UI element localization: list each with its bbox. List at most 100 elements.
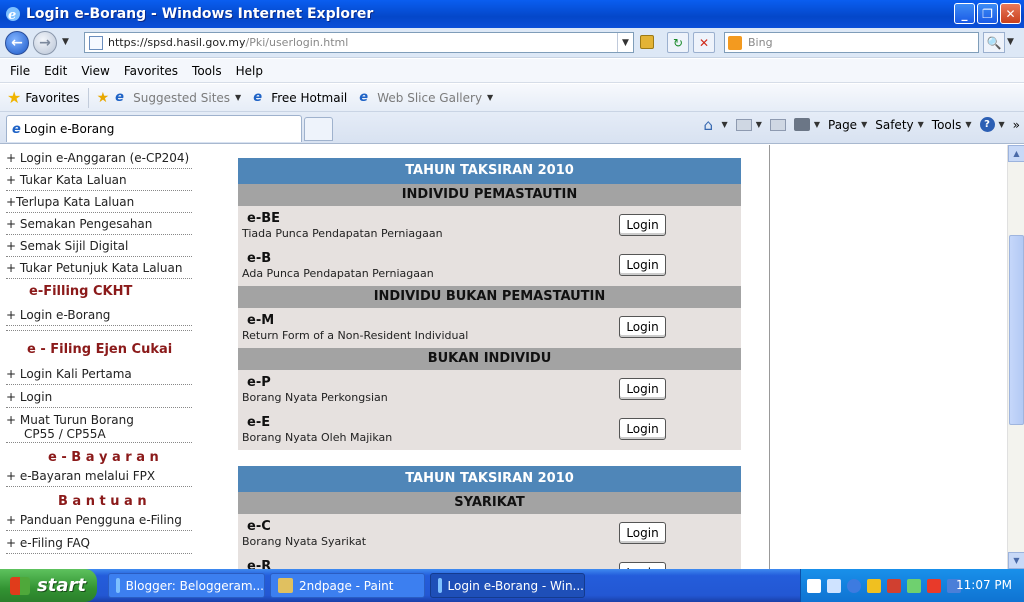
- menu-view[interactable]: View: [74, 64, 116, 78]
- chevron-down-icon: ▼: [917, 120, 924, 129]
- search-input[interactable]: Bing: [724, 32, 979, 53]
- nav-muat-turun-borang[interactable]: + Muat Turun Borang CP55 / CP55A: [6, 413, 192, 443]
- nav-login-kali-pertama[interactable]: + Login Kali Pertama: [6, 367, 192, 385]
- separator: [87, 87, 89, 108]
- panel-title: TAHUN TAKSIRAN 2010: [238, 466, 741, 492]
- scroll-thumb[interactable]: [1009, 235, 1024, 425]
- read-mail-button[interactable]: [769, 118, 786, 131]
- help-menu[interactable]: ? ▼: [979, 117, 1005, 132]
- new-tab-button[interactable]: [304, 117, 333, 141]
- menu-help[interactable]: Help: [229, 64, 270, 78]
- nav-tukar-kata-laluan[interactable]: + Tukar Kata Laluan: [6, 173, 192, 191]
- collapse-tray-icon[interactable]: [847, 578, 861, 593]
- task-label: 2ndpage - Paint: [299, 578, 394, 593]
- form-description: Borang Nyata Syarikat: [242, 535, 367, 548]
- toolbar-overflow[interactable]: »: [1013, 118, 1020, 132]
- url-path: /Pki/userlogin.html: [245, 36, 349, 49]
- forward-button[interactable]: →: [33, 31, 57, 55]
- page-menu[interactable]: Page ▼: [828, 118, 867, 132]
- page-icon: [89, 35, 103, 50]
- nav-terlupa-kata-laluan[interactable]: +Terlupa Kata Laluan: [6, 195, 192, 213]
- start-label: start: [37, 575, 86, 596]
- login-button-ec[interactable]: Login: [619, 522, 666, 544]
- ie-page-icon: e: [253, 89, 263, 105]
- address-dropdown-icon[interactable]: ▼: [617, 33, 633, 52]
- fav-free-hotmail[interactable]: e Free Hotmail: [253, 89, 347, 105]
- refresh-button[interactable]: ↻: [667, 32, 689, 53]
- section-individu-pemastautin: INDIVIDU PEMASTAUTIN: [238, 184, 741, 206]
- scroll-down-arrow-icon[interactable]: ▼: [1008, 552, 1024, 569]
- nav-muat-turun-line1: + Muat Turun Borang: [6, 413, 134, 427]
- antivirus-icon[interactable]: [887, 578, 901, 593]
- page-content: + Login e-Anggaran (e-CP204) + Tukar Kat…: [0, 145, 1007, 569]
- close-button[interactable]: ✕: [1000, 3, 1021, 24]
- safety-menu[interactable]: Safety ▼: [875, 118, 924, 132]
- security-shield-icon[interactable]: [867, 578, 881, 593]
- nav-panduan-pengguna[interactable]: + Panduan Pengguna e-Filing: [6, 513, 192, 531]
- menu-file[interactable]: File: [0, 64, 37, 78]
- login-button-eb[interactable]: Login: [619, 254, 666, 276]
- wireless-icon[interactable]: [907, 578, 921, 593]
- favorites-star-icon[interactable]: ★: [7, 88, 21, 107]
- login-button-ebe[interactable]: Login: [619, 214, 666, 236]
- ie-page-icon: e: [359, 89, 369, 105]
- menu-favorites[interactable]: Favorites: [117, 64, 185, 78]
- app-tray-icon[interactable]: [927, 578, 941, 593]
- tools-menu[interactable]: Tools ▼: [932, 118, 972, 132]
- history-dropdown-icon[interactable]: ▼: [62, 37, 69, 47]
- network-icon[interactable]: [827, 578, 841, 593]
- back-button[interactable]: ←: [5, 31, 29, 55]
- task-blogger[interactable]: Blogger: Beloggeram...: [108, 573, 265, 598]
- add-favorite-icon[interactable]: ★: [97, 90, 110, 106]
- nav-semakan-pengesahan[interactable]: + Semakan Pengesahan: [6, 217, 192, 235]
- clock: 11:07 PM: [956, 578, 1012, 592]
- task-paint[interactable]: 2ndpage - Paint: [270, 573, 425, 598]
- ie-logo-icon: e: [6, 7, 20, 23]
- tab-title: Login e-Borang: [23, 122, 115, 136]
- login-button-er[interactable]: Login: [619, 562, 666, 569]
- feeds-button[interactable]: ▼: [735, 118, 762, 131]
- favorites-button[interactable]: Favorites: [25, 91, 79, 105]
- nav-tukar-petunjuk[interactable]: + Tukar Petunjuk Kata Laluan: [6, 261, 192, 279]
- search-options-icon[interactable]: ▼: [1007, 37, 1014, 47]
- paint-icon: [278, 578, 293, 593]
- nav-efiling-faq[interactable]: + e-Filing FAQ: [6, 536, 192, 554]
- login-button-ee[interactable]: Login: [619, 418, 666, 440]
- home-icon: ⌂: [703, 115, 714, 134]
- title-bar: e Login e-Borang - Windows Internet Expl…: [0, 0, 1024, 28]
- form-row-eb: e-B Ada Punca Pendapatan Perniagaan Logi…: [238, 246, 741, 286]
- minimize-button[interactable]: _: [954, 3, 975, 24]
- scroll-up-arrow-icon[interactable]: ▲: [1008, 145, 1024, 162]
- stop-button[interactable]: ✕: [693, 32, 715, 53]
- section-heading-ejen: e - Filing Ejen Cukai: [27, 342, 173, 357]
- print-button[interactable]: ▼: [793, 118, 820, 131]
- menu-tools[interactable]: Tools: [185, 64, 229, 78]
- task-login-eborang[interactable]: Login e-Borang - Win...: [430, 573, 585, 598]
- chevron-down-icon: ▼: [861, 120, 868, 129]
- nav-login[interactable]: + Login: [6, 390, 192, 408]
- search-button[interactable]: 🔍: [983, 32, 1005, 53]
- section-heading-ckht: e-Filling CKHT: [29, 284, 133, 299]
- menu-edit[interactable]: Edit: [37, 64, 74, 78]
- login-button-em[interactable]: Login: [619, 316, 666, 338]
- nav-login-eanggaran[interactable]: + Login e-Anggaran (e-CP204): [6, 151, 192, 169]
- fav-suggested-sites[interactable]: e Suggested Sites ▼: [115, 90, 241, 105]
- home-button[interactable]: ⌂ ▼: [703, 115, 728, 134]
- login-button-ep[interactable]: Login: [619, 378, 666, 400]
- section-heading-ebayaran: e - B a y a r a n: [48, 450, 159, 465]
- nav-muat-turun-line2: CP55 / CP55A: [24, 427, 106, 441]
- help-tray-icon[interactable]: [807, 578, 821, 593]
- nav-semak-sijil-digital[interactable]: + Semak Sijil Digital: [6, 239, 192, 257]
- fav-web-slice-gallery[interactable]: e Web Slice Gallery ▼: [359, 89, 493, 105]
- feeds-icon: [735, 118, 752, 131]
- nav-ebayaran-fpx[interactable]: + e-Bayaran melalui FPX: [6, 469, 192, 487]
- vertical-scrollbar[interactable]: ▲ ▼: [1007, 145, 1024, 569]
- maximize-button[interactable]: ❐: [977, 3, 998, 24]
- form-row-ep: e-P Borang Nyata Perkongsian Login: [238, 370, 741, 410]
- start-button[interactable]: start: [0, 569, 97, 602]
- url-host: https://spsd.hasil.gov.my: [108, 36, 246, 49]
- command-bar: ⌂ ▼ ▼ ▼ Page ▼ Safety ▼ Tools ▼ ? ▼ »: [696, 117, 1020, 132]
- tab-login-eborang[interactable]: e Login e-Borang: [6, 115, 302, 142]
- address-bar[interactable]: https://spsd.hasil.gov.my/Pki/userlogin.…: [84, 32, 634, 53]
- lock-icon[interactable]: [640, 35, 654, 49]
